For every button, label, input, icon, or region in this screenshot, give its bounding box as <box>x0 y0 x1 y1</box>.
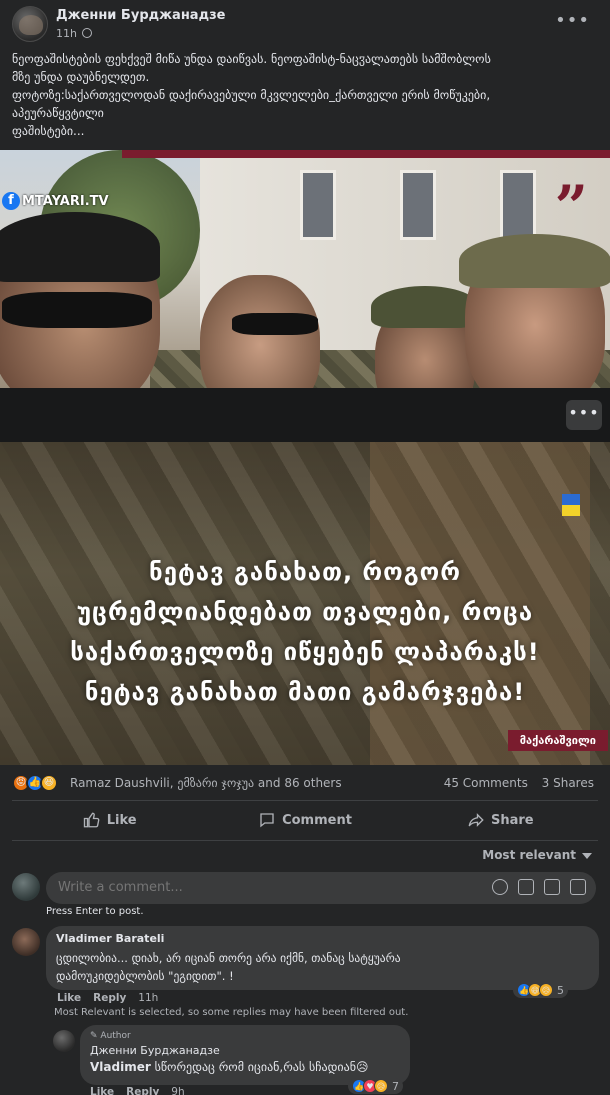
comment-sort-dropdown[interactable]: Most relevant <box>482 848 592 862</box>
overlay-line: ნეტავ განახათ მათი გამარჯვება! <box>84 678 526 706</box>
reply-reactions[interactable]: 👍 ♥ 😥 7 <box>348 1078 403 1094</box>
like-label: Like <box>106 812 137 828</box>
comment-composer[interactable] <box>46 872 596 904</box>
sad-reaction-icon: 😥 <box>539 983 553 997</box>
overlay-line: უცრემლიანდებათ თვალები, როცა <box>76 598 534 626</box>
post-text-line: მზე უნდა დაუბნელდეთ. <box>12 70 150 84</box>
maroon-bar <box>122 150 610 158</box>
divider <box>12 840 598 841</box>
comment-bubble: Vladimer Barateli ცდილობია... დიახ, არ ი… <box>46 926 599 990</box>
reaction-icons[interactable]: 😡 👍 😆 <box>12 774 58 792</box>
commenter-name[interactable]: Vladimer Barateli <box>56 932 589 945</box>
facebook-icon: f <box>2 192 20 210</box>
emoji-icon[interactable] <box>492 879 508 895</box>
reply-author-name[interactable]: Дженни Бурджанадзе <box>90 1044 400 1057</box>
image-more-options-icon[interactable]: ••• <box>566 400 602 430</box>
reply-mention[interactable]: Vladimer <box>90 1060 151 1074</box>
post-timestamp[interactable]: 11h <box>56 27 77 40</box>
person-4 <box>459 234 610 388</box>
haha-reaction-icon: 😆 <box>40 774 58 792</box>
person-2 <box>200 275 320 388</box>
like-button[interactable]: Like <box>12 804 207 836</box>
comment-icon <box>260 813 274 828</box>
comment-button[interactable]: Comment <box>207 804 402 836</box>
photo-top: f MTAYARI.TV ” <box>0 150 610 388</box>
signature-tag: მაქარაშვილი <box>507 730 608 751</box>
reactions-summary: 😡 👍 😆 Ramaz Daushvili, ემზარი ჯოჯუა and … <box>0 768 610 798</box>
comment-text: ცდილობია... დიახ, არ იციან თორე არა იქმნ… <box>56 949 589 985</box>
post-text-line: ნეოფაშისტების ფეხქვეშ მიწა უნდა დაიწვას.… <box>12 52 491 66</box>
share-label: Share <box>491 812 534 828</box>
post-text-line: ფაშისტები... <box>12 124 85 138</box>
like-icon <box>83 812 100 828</box>
post-text-line: აპეურაწყვტილი <box>12 106 104 120</box>
author-name[interactable]: Дженни Бурджанадзе <box>56 8 225 23</box>
overlay-line: საქართველოზე იწყებენ ლაპარაკს! <box>70 638 540 666</box>
comment-text-line: დამოუკიდებლობის "ეგიდით". ! <box>56 969 234 983</box>
comment-label: Comment <box>282 812 352 828</box>
author-avatar[interactable] <box>12 6 48 42</box>
post-text: ნეოფაშისტების ფეხქვეშ მიწა უნდა დაიწვას.… <box>12 50 602 140</box>
share-icon <box>468 813 484 827</box>
channel-logo: f MTAYARI.TV <box>2 190 109 212</box>
photo-window <box>300 170 336 240</box>
person-1 <box>0 212 160 388</box>
reply-reply-link[interactable]: Reply <box>126 1086 159 1095</box>
current-user-avatar[interactable] <box>12 873 40 901</box>
gif-icon[interactable] <box>544 879 560 895</box>
image-overlay-text: ნეტავ განახათ, როგორ უცრემლიანდებათ თვალ… <box>0 552 610 712</box>
photo-window <box>400 170 436 240</box>
filter-note: Most Relevant is selected, so some repli… <box>54 1007 409 1018</box>
comment-input[interactable] <box>58 880 358 895</box>
composer-icons <box>482 879 586 895</box>
photo-window <box>500 170 536 240</box>
comment-time[interactable]: 11h <box>138 992 158 1004</box>
share-button[interactable]: Share <box>403 804 598 836</box>
more-options-icon[interactable]: ••• <box>555 12 590 30</box>
globe-icon <box>82 28 92 38</box>
post-text-line: ფოტოზე:საქართველოდან დაქირავებული მკვლელ… <box>12 88 491 102</box>
post-actions: Like Comment Share <box>12 804 598 836</box>
post-image[interactable]: f MTAYARI.TV ” ••• ნეტავ განახათ, როგორ … <box>0 150 610 765</box>
comment-reactions[interactable]: 👍 😆 😥 5 <box>513 982 568 998</box>
photo-separator <box>0 388 610 442</box>
comment-reaction-count: 5 <box>557 983 564 997</box>
reply-like-link[interactable]: Like <box>90 1086 114 1095</box>
comment-text-line: ცდილობია... დიახ, არ იციან თორე არა იქმნ… <box>56 951 401 965</box>
comment-like-link[interactable]: Like <box>57 992 81 1004</box>
reply-meta: Like Reply 9h <box>90 1086 185 1095</box>
sort-label: Most relevant <box>482 848 576 862</box>
comment-reply-link[interactable]: Reply <box>93 992 126 1004</box>
ukraine-flag-patch <box>562 494 580 516</box>
person-3 <box>371 286 479 388</box>
composer-hint: Press Enter to post. <box>46 906 144 917</box>
divider <box>12 800 598 801</box>
reply-reaction-count: 7 <box>392 1079 399 1093</box>
reply-time[interactable]: 9h <box>171 1086 184 1095</box>
camera-icon[interactable] <box>518 879 534 895</box>
comment-meta: Like Reply 11h <box>57 992 158 1004</box>
photo-bottom: ნეტავ განახათ, როგორ უცრემლიანდებათ თვალ… <box>0 442 610 765</box>
reply-text: Vladimer სწორედაც რომ იციან,რას სჩადიან😥 <box>90 1060 400 1074</box>
logo-text: MTAYARI.TV <box>22 193 109 209</box>
reply-body: სწორედაც რომ იციან,რას სჩადიან😥 <box>150 1060 369 1074</box>
overlay-line: ნეტავ განახათ, როგორ <box>149 558 461 586</box>
commenter-avatar[interactable] <box>12 928 40 956</box>
quote-icon: ” <box>554 173 588 241</box>
comments-count[interactable]: 45 Comments <box>444 776 528 790</box>
author-badge-label: Author <box>100 1031 131 1041</box>
post-header: Дженни Бурджанадзе 11h ••• <box>0 0 610 46</box>
sticker-icon[interactable] <box>570 879 586 895</box>
reactor-names[interactable]: Ramaz Daushvili, ემზარი ჯოჯუა and 86 oth… <box>70 776 342 790</box>
sad-reaction-icon: 😥 <box>374 1079 388 1093</box>
author-badge: ✎ Author <box>90 1031 131 1041</box>
reply-author-avatar[interactable] <box>53 1030 75 1052</box>
shares-count[interactable]: 3 Shares <box>542 776 594 790</box>
engagement-counts: 45 Comments 3 Shares <box>434 776 594 790</box>
caret-down-icon <box>582 852 592 859</box>
reply-bubble: ✎ Author Дженни Бурджанадзе Vladimer სწო… <box>80 1025 410 1085</box>
